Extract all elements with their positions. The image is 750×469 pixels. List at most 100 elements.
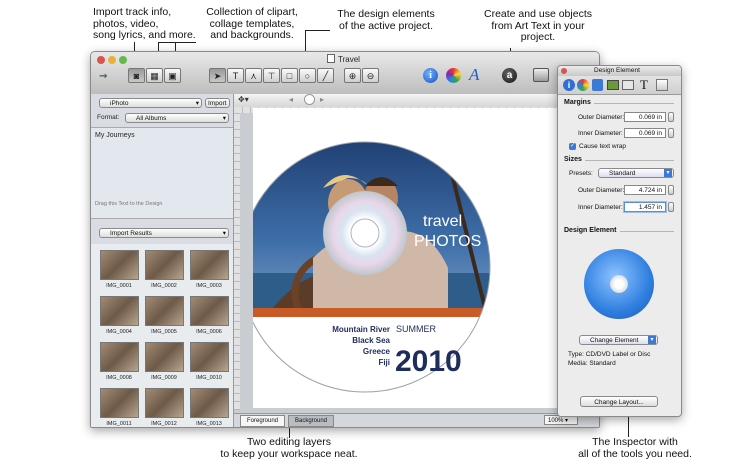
- thumbnail-image[interactable]: [145, 250, 184, 280]
- clipart-button[interactable]: ▦: [146, 68, 163, 83]
- album-list[interactable]: My Journeys Drag this Text to the Design: [91, 127, 233, 219]
- disc-title-line1[interactable]: travel: [423, 213, 462, 230]
- size-inner-stepper[interactable]: [668, 202, 674, 212]
- nav-right-icon[interactable]: ▸: [320, 95, 324, 104]
- thumbnail-image[interactable]: [100, 388, 139, 418]
- thumbnail-label: IMG_0013: [196, 421, 222, 427]
- printer-icon[interactable]: [533, 68, 549, 82]
- vertical-text-tool-button[interactable]: ⊤: [263, 68, 280, 83]
- thumbnail-item[interactable]: IMG_0008: [98, 342, 140, 386]
- text-tool-button[interactable]: T: [227, 68, 244, 83]
- thumbnail-image[interactable]: [100, 250, 139, 280]
- zoom-out-button[interactable]: ⊖: [362, 68, 379, 83]
- thumbnail-item[interactable]: IMG_0003: [188, 250, 230, 294]
- ellipse-tool-button[interactable]: ○: [299, 68, 316, 83]
- nav-left-icon[interactable]: ◂: [289, 95, 293, 104]
- thumbnail-label: IMG_0005: [151, 329, 177, 335]
- tab-background[interactable]: Background: [288, 415, 335, 427]
- rectangle-tool-button[interactable]: □: [281, 68, 298, 83]
- thumbnail-label: IMG_0001: [106, 283, 132, 289]
- thumbnail-item[interactable]: IMG_0010: [188, 342, 230, 386]
- line-tool-button[interactable]: ╱: [317, 68, 334, 83]
- presets-label: Presets:: [569, 170, 593, 177]
- thumbnail-label: IMG_0009: [151, 375, 177, 381]
- format-label: Format:: [97, 114, 120, 121]
- inspector-image-icon[interactable]: [607, 80, 619, 90]
- tab-foreground[interactable]: Foreground: [240, 415, 286, 427]
- inspector-photo-icon[interactable]: [622, 80, 634, 90]
- design-canvas: ✥▾ ◂ ▸ travel PHOTOS Mountain River Blac…: [234, 94, 599, 427]
- zoom-window-button[interactable]: [119, 56, 127, 64]
- size-inner-field[interactable]: 1.457 in: [624, 202, 666, 212]
- thumbnail-item[interactable]: IMG_0001: [98, 250, 140, 294]
- format-popup[interactable]: All Albums ▾: [125, 113, 229, 123]
- thumbnail-image[interactable]: [190, 388, 229, 418]
- collage-button[interactable]: ▣: [164, 68, 181, 83]
- color-wheel-icon[interactable]: [446, 68, 461, 83]
- thumbnail-item[interactable]: IMG_0009: [143, 342, 185, 386]
- leader-design-h: [305, 30, 330, 31]
- disc-place-name[interactable]: Greece: [363, 347, 391, 356]
- thumbnail-image[interactable]: [145, 342, 184, 372]
- chevron-down-icon: ▾: [222, 115, 226, 122]
- disc-season[interactable]: SUMMER: [396, 324, 436, 334]
- thumbnail-image[interactable]: [190, 296, 229, 326]
- margin-inner-field[interactable]: 0.069 in: [624, 128, 666, 138]
- close-window-button[interactable]: [97, 56, 105, 64]
- disc-place-name[interactable]: Mountain River: [332, 325, 390, 334]
- album-item[interactable]: My Journeys: [95, 132, 135, 139]
- info-icon[interactable]: i: [423, 68, 438, 83]
- inspector-layers-icon[interactable]: [592, 79, 603, 91]
- callout-import: Import track info, photos, video, song l…: [93, 6, 196, 42]
- minimize-window-button[interactable]: [108, 56, 116, 64]
- thumbnail-image[interactable]: [190, 342, 229, 372]
- change-layout-button[interactable]: Change Layout...: [580, 396, 658, 407]
- canvas-toolbar: ✥▾ ◂ ▸: [234, 94, 599, 108]
- margin-outer-field[interactable]: 0.069 in: [624, 112, 666, 122]
- import-media-button[interactable]: ◙: [128, 68, 145, 83]
- close-inspector-button[interactable]: [561, 68, 567, 74]
- inspector-color-icon[interactable]: [577, 79, 589, 91]
- action-gear-icon[interactable]: ✥▾: [238, 95, 249, 104]
- curved-text-tool-button[interactable]: ⋏: [245, 68, 262, 83]
- margin-outer-stepper[interactable]: [668, 112, 674, 122]
- thumbnail-item[interactable]: IMG_0004: [98, 296, 140, 340]
- import-results-popup[interactable]: Import Results ▾: [99, 228, 229, 238]
- font-icon[interactable]: A: [469, 65, 479, 85]
- inspector-info-icon[interactable]: i: [563, 79, 575, 91]
- change-element-popup[interactable]: Change Element ▾: [579, 335, 658, 345]
- thumbnail-image[interactable]: [190, 250, 229, 280]
- import-button[interactable]: Import: [205, 98, 230, 108]
- source-popup[interactable]: iPhoto ▾: [99, 98, 202, 108]
- thumbnail-image[interactable]: [100, 296, 139, 326]
- thumbnail-image[interactable]: [100, 342, 139, 372]
- margins-header: Margins: [564, 99, 591, 106]
- thumbnail-item[interactable]: IMG_0006: [188, 296, 230, 340]
- size-outer-field[interactable]: 4.724 in: [624, 185, 666, 195]
- select-tool-button[interactable]: ➤: [209, 68, 226, 83]
- margin-inner-stepper[interactable]: [668, 128, 674, 138]
- text-wrap-checkbox[interactable]: ✓: [569, 143, 576, 150]
- zoom-in-button[interactable]: ⊕: [344, 68, 361, 83]
- thumbnail-image[interactable]: [145, 296, 184, 326]
- inspector-document-icon[interactable]: [656, 79, 668, 91]
- page-navigator-icon[interactable]: [304, 94, 315, 105]
- sidebar-toggle-icon[interactable]: ⇝: [99, 71, 107, 82]
- disc-place-name[interactable]: Fiji: [378, 358, 390, 367]
- presets-popup[interactable]: Standard ▾: [598, 168, 674, 178]
- disc-title-line2[interactable]: PHOTOS: [414, 233, 481, 250]
- thumbnail-item[interactable]: IMG_0002: [143, 250, 185, 294]
- thumbnail-image[interactable]: [145, 388, 184, 418]
- disc-year[interactable]: 2010: [395, 345, 462, 378]
- thumbnail-item[interactable]: IMG_0011: [98, 388, 140, 427]
- zoom-value: 100%: [548, 418, 564, 424]
- thumbnail-item[interactable]: IMG_0005: [143, 296, 185, 340]
- thumbnail-item[interactable]: IMG_0012: [143, 388, 185, 427]
- art-text-icon[interactable]: a: [502, 68, 517, 83]
- thumbnail-item[interactable]: IMG_0013: [188, 388, 230, 427]
- size-outer-stepper[interactable]: [668, 185, 674, 195]
- pencil-icon: ╱: [322, 71, 329, 81]
- cd-label-design[interactable]: travel PHOTOS Mountain River Black Sea Gre…: [239, 108, 586, 408]
- inspector-text-icon[interactable]: T: [640, 77, 648, 93]
- disc-place-name[interactable]: Black Sea: [352, 336, 390, 345]
